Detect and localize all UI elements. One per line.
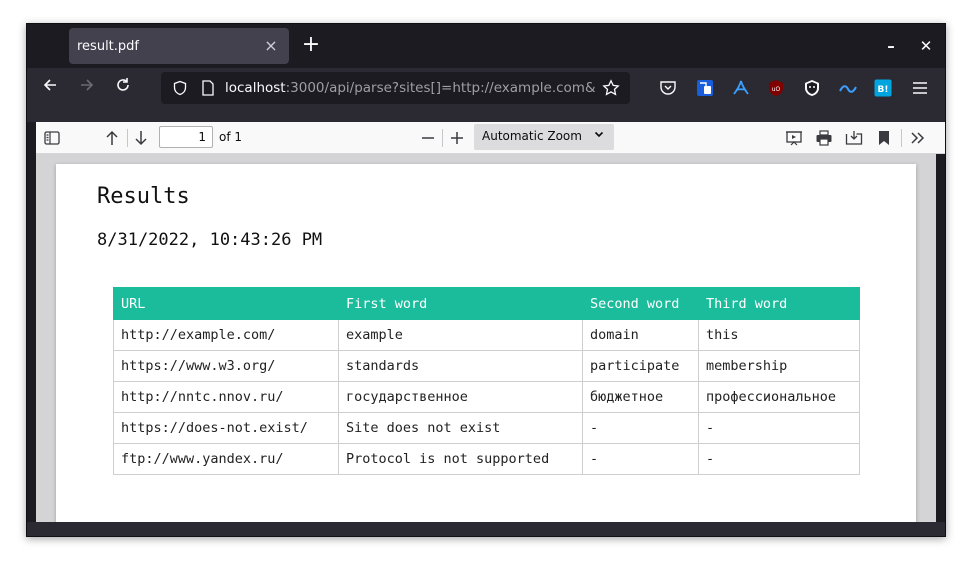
zoom-out-icon[interactable] [416,126,440,150]
bookmark-star-icon[interactable] [600,77,622,99]
cell-third-word: - [698,443,860,475]
zoom-select-value: Automatic Zoom [482,129,582,143]
pocket-icon[interactable] [657,77,679,99]
reload-icon [117,78,129,91]
document-title: Results [97,184,190,209]
column-header-first-word: First word [338,287,583,320]
back-button[interactable] [38,76,62,100]
cell-second-word: participate [582,350,699,382]
minimize-button[interactable]: – [879,34,903,58]
cell-second-word: бюджетное [582,381,699,413]
forward-button[interactable] [75,76,99,100]
cell-second-word: - [582,412,699,444]
hamburger-menu-icon[interactable] [909,77,931,99]
cell-url: ftp://www.yandex.ru/ [113,443,339,475]
bookmark-icon[interactable] [872,126,896,150]
cell-third-word: this [698,319,860,351]
tab-result-pdf[interactable]: result.pdf × [69,28,289,64]
cell-first-word: Site does not exist [338,412,583,444]
pdf-viewer[interactable]: Results 8/31/2022, 10:43:26 PM URL First… [36,154,936,522]
cell-url: https://does-not.exist/ [113,412,339,444]
back-arrow-icon [43,79,56,91]
tools-menu-icon[interactable] [906,126,930,150]
url-path: :3000/api/parse?sites[]=http://example.c… [285,80,596,96]
presentation-mode-icon[interactable] [782,126,806,150]
cell-url: http://nntc.nnov.ru/ [113,381,339,413]
table-row: ftp://www.yandex.ru/ Protocol is not sup… [113,443,860,475]
window-bottom-border [27,522,945,536]
cell-first-word: Protocol is not supported [338,443,583,475]
cell-url: https://www.w3.org/ [113,350,339,382]
cell-third-word: профессиональное [698,381,860,413]
save-download-icon[interactable] [842,126,866,150]
cell-first-word: example [338,319,583,351]
table-row: https://www.w3.org/ standards participat… [113,350,860,382]
new-tab-button[interactable]: + [299,34,323,58]
zoom-in-icon[interactable] [445,126,469,150]
hatena-bookmark-icon[interactable]: B! [872,77,894,99]
shield-icon[interactable] [169,77,191,99]
svg-text:uO: uO [772,86,781,93]
wave-extension-icon[interactable] [837,77,859,99]
toolbar-divider [442,129,443,147]
previous-page-icon[interactable] [100,126,124,150]
privacy-badger-icon[interactable] [801,77,823,99]
toolbar-separator-strip [27,108,945,122]
navigation-bar: localhost:3000/api/parse?sites[]=http://… [27,68,945,108]
svg-text:B!: B! [878,85,889,95]
toolbar-divider [127,129,128,147]
column-header-second-word: Second word [582,287,699,320]
cell-third-word: - [698,412,860,444]
chevron-down-icon [594,129,604,142]
tab-close-button[interactable]: × [261,36,281,56]
table-row: http://nntc.nnov.ru/ государственное бюд… [113,381,860,413]
column-header-third-word: Third word [698,287,860,320]
close-window-button[interactable]: ✕ [914,34,938,58]
bitwarden-extension-icon[interactable] [694,77,716,99]
page-number-input[interactable]: 1 [159,126,213,148]
cell-first-word: standards [338,350,583,382]
sidebar-toggle-icon[interactable] [40,126,64,150]
next-page-icon[interactable] [129,126,153,150]
table-header-row: URL First word Second word Third word [113,287,860,320]
cell-url: http://example.com/ [113,319,339,351]
cell-second-word: - [582,443,699,475]
acrobat-extension-icon[interactable] [730,77,752,99]
document-date: 8/31/2022, 10:43:26 PM [97,230,323,250]
page-icon[interactable] [197,77,219,99]
column-header-url: URL [113,287,339,320]
tab-bar: result.pdf × + – ✕ [27,24,945,68]
results-table: URL First word Second word Third word ht… [113,287,860,475]
table-row: https://does-not.exist/ Site does not ex… [113,412,860,444]
zoom-select[interactable]: Automatic Zoom [474,124,614,150]
forward-arrow-icon [81,79,94,91]
url-host: localhost [225,80,286,96]
ublock-origin-icon[interactable]: uO [765,77,787,99]
print-icon[interactable] [812,126,836,150]
cell-third-word: membership [698,350,860,382]
url-text[interactable]: localhost:3000/api/parse?sites[]=http://… [225,80,596,96]
pdf-page: Results 8/31/2022, 10:43:26 PM URL First… [56,164,916,522]
tab-title: result.pdf [77,38,139,54]
reload-button[interactable] [111,76,135,100]
page-count-label: of 1 [219,130,243,144]
cell-first-word: государственное [338,381,583,413]
toolbar-divider [901,129,902,147]
pdf-toolbar: 1 of 1 Automatic Zoom [36,122,945,154]
browser-window: result.pdf × + – ✕ localhost:3000/api/pa… [26,23,946,537]
url-bar[interactable]: localhost:3000/api/parse?sites[]=http://… [161,72,630,104]
table-row: http://example.com/ example domain this [113,319,860,351]
cell-second-word: domain [582,319,699,351]
